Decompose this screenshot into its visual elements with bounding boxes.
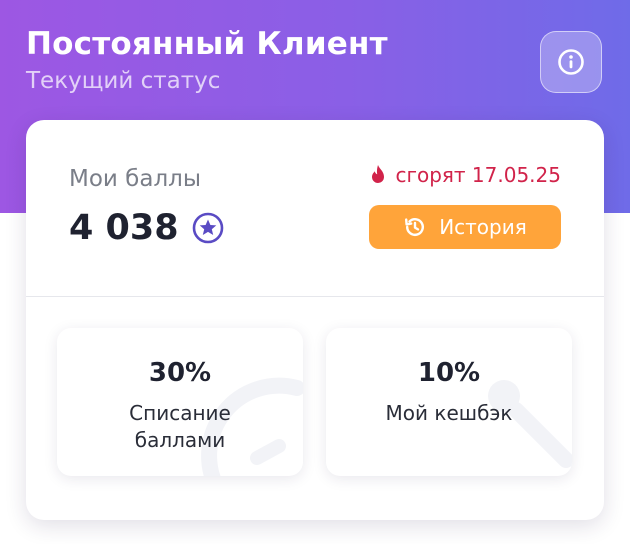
points-label: Мои баллы (69, 166, 202, 192)
writeoff-percent: 30% (148, 358, 212, 388)
page-title: Постоянный Клиент (26, 26, 388, 62)
writeoff-label: Списание баллами (57, 400, 303, 454)
flame-icon (372, 165, 385, 183)
history-button[interactable]: История (369, 205, 561, 249)
points-value: 4 038 (69, 208, 179, 248)
writeoff-label-line-2: баллами (134, 428, 226, 452)
history-clock-icon (405, 218, 425, 236)
tile-points-writeoff: 30% Списание баллами (57, 328, 303, 476)
cashback-percent: 10% (417, 358, 481, 388)
cashback-label: Мой кешбэк (385, 401, 513, 425)
points-balance: 4 038 (69, 208, 224, 248)
history-label: История (439, 215, 527, 239)
info-icon (558, 49, 584, 75)
star-coin-icon (192, 212, 224, 244)
expire-text: сгорят 17.05.25 (395, 163, 561, 187)
page-subtitle: Текущий статус (26, 68, 221, 94)
writeoff-label-line-1: Списание (129, 401, 231, 425)
card-divider (26, 296, 604, 297)
loyalty-card: Мои баллы 4 038 сгорят 17.05.25 История … (26, 120, 604, 520)
info-button[interactable] (540, 31, 602, 93)
points-expiration: сгорят 17.05.25 (369, 163, 561, 187)
tile-cashback: 10% Мой кешбэк (326, 328, 572, 476)
